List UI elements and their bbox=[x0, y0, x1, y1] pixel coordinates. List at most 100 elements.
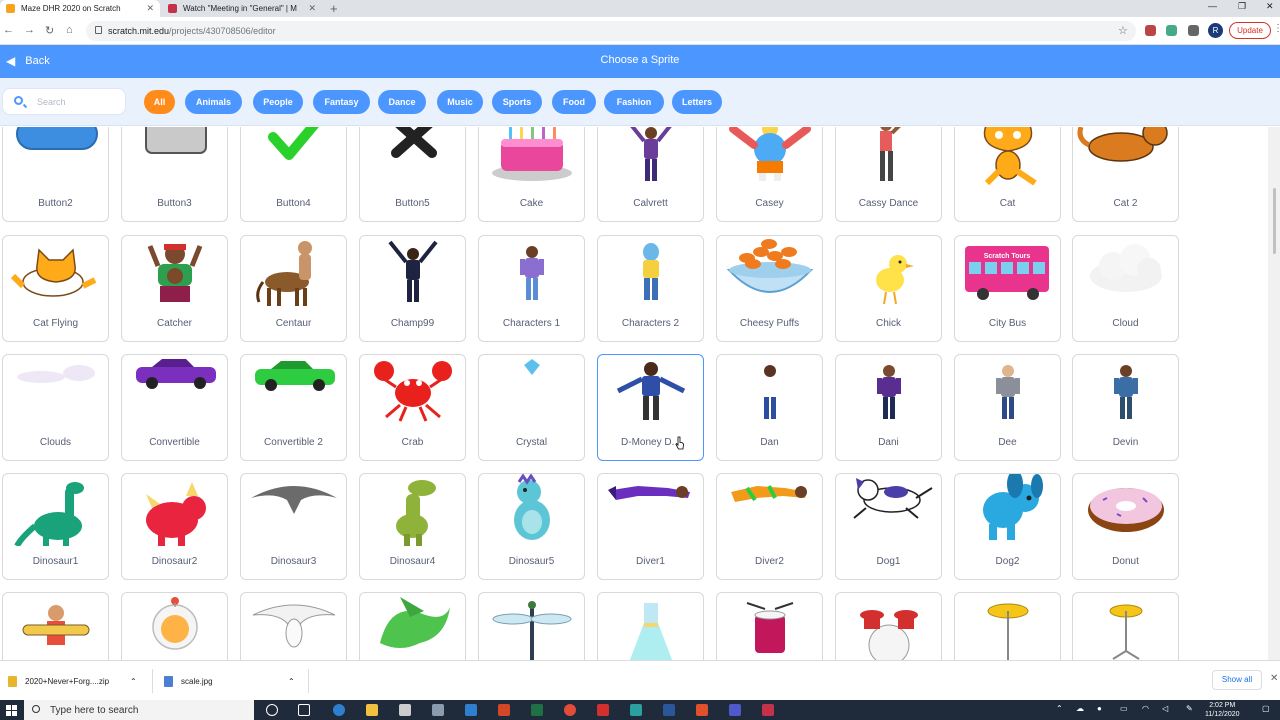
store-icon[interactable] bbox=[399, 704, 411, 716]
window-close-icon[interactable]: ✕ bbox=[1266, 1, 1274, 12]
sprite-card-characters-2[interactable]: Characters 2 bbox=[597, 235, 704, 342]
powerpoint-icon[interactable] bbox=[498, 704, 510, 716]
sprite-card-crystal[interactable]: Crystal bbox=[478, 354, 585, 461]
sprite-card-cat[interactable]: Cat bbox=[954, 127, 1061, 222]
close-tab-icon[interactable]: ✕ bbox=[146, 3, 154, 14]
sprite-card-champ99[interactable]: Champ99 bbox=[359, 235, 466, 342]
volume-icon[interactable]: ◁ bbox=[1162, 704, 1168, 713]
category-tab-music[interactable]: Music bbox=[437, 90, 483, 114]
sprite-card-diver1[interactable]: Diver1 bbox=[597, 473, 704, 580]
sprite-card-characters-1[interactable]: Characters 1 bbox=[478, 235, 585, 342]
microphone-icon[interactable]: ● bbox=[1097, 704, 1102, 713]
word-icon[interactable] bbox=[663, 704, 675, 716]
sprite-card-centaur[interactable]: Centaur bbox=[240, 235, 347, 342]
notifications-icon[interactable]: ▢ bbox=[1262, 704, 1270, 713]
close-downloads-icon[interactable]: ✕ bbox=[1270, 673, 1278, 684]
battery-icon[interactable]: ▭ bbox=[1120, 704, 1128, 713]
browser-tab-teams[interactable]: Watch "Meeting in "General" | M ✕ bbox=[162, 0, 322, 17]
wifi-icon[interactable]: ◠ bbox=[1142, 704, 1149, 713]
sprite-card-dinosaur4[interactable]: Dinosaur4 bbox=[359, 473, 466, 580]
sprite-card-dinosaur1[interactable]: Dinosaur1 bbox=[2, 473, 109, 580]
back-arrow-icon[interactable]: ← bbox=[3, 24, 14, 36]
scrollbar-thumb[interactable] bbox=[1273, 188, 1276, 254]
sprite-card-partial-8[interactable] bbox=[954, 592, 1061, 660]
sprite-card-dog1[interactable]: Dog1 bbox=[835, 473, 942, 580]
app-icon[interactable] bbox=[432, 704, 444, 716]
category-tab-fashion[interactable]: Fashion bbox=[604, 90, 664, 114]
sprite-card-catcher[interactable]: Catcher bbox=[121, 235, 228, 342]
onedrive-icon[interactable]: ☁ bbox=[1076, 704, 1084, 713]
sprite-card-casey[interactable]: Casey bbox=[716, 127, 823, 222]
address-bar[interactable]: scratch.mit.edu/projects/430708506/edito… bbox=[86, 21, 1136, 41]
office-icon[interactable] bbox=[696, 704, 708, 716]
taskbar-search[interactable]: Type here to search bbox=[24, 700, 254, 720]
category-tab-people[interactable]: People bbox=[253, 90, 303, 114]
category-tab-letters[interactable]: Letters bbox=[672, 90, 722, 114]
show-all-button[interactable]: Show all bbox=[1212, 670, 1262, 690]
app-icon[interactable] bbox=[762, 704, 774, 716]
close-tab-icon[interactable]: ✕ bbox=[308, 3, 316, 14]
new-tab-icon[interactable]: + bbox=[330, 1, 338, 16]
restore-icon[interactable]: ❐ bbox=[1238, 1, 1246, 12]
browser-tab-scratch[interactable]: Maze DHR 2020 on Scratch ✕ bbox=[0, 0, 160, 17]
chevron-up-icon[interactable]: ⌃ bbox=[130, 673, 137, 689]
windows-start-icon[interactable] bbox=[6, 705, 17, 716]
sprite-card-calvrett[interactable]: Calvrett bbox=[597, 127, 704, 222]
tray-chevron-icon[interactable]: ⌃ bbox=[1056, 704, 1063, 713]
sprite-card-cat-2[interactable]: Cat 2 bbox=[1072, 127, 1179, 222]
chevron-up-icon[interactable]: ⌃ bbox=[288, 673, 295, 689]
sprite-card-partial-0[interactable] bbox=[2, 592, 109, 660]
excel-icon[interactable] bbox=[531, 704, 543, 716]
sprite-card-cloud[interactable]: Cloud bbox=[1072, 235, 1179, 342]
sprite-card-cat-flying[interactable]: Cat Flying bbox=[2, 235, 109, 342]
chrome-icon[interactable] bbox=[564, 704, 576, 716]
task-view-icon[interactable] bbox=[298, 704, 310, 716]
sprite-card-partial-2[interactable] bbox=[240, 592, 347, 660]
teams-icon[interactable] bbox=[729, 704, 741, 716]
more-menu-icon[interactable]: ⋮ bbox=[1273, 23, 1280, 34]
sprite-card-button3[interactable]: Button3 bbox=[121, 127, 228, 222]
sprite-card-d-money-d[interactable]: D-Money D... bbox=[597, 354, 704, 461]
sprite-card-button5[interactable]: Button5 bbox=[359, 127, 466, 222]
sprite-card-dinosaur5[interactable]: Dinosaur5 bbox=[478, 473, 585, 580]
sprite-card-diver2[interactable]: Diver2 bbox=[716, 473, 823, 580]
cortana-icon[interactable] bbox=[266, 704, 278, 716]
sprite-card-clouds[interactable]: Clouds bbox=[2, 354, 109, 461]
extension-icon[interactable] bbox=[1145, 25, 1156, 36]
sprite-card-partial-9[interactable] bbox=[1072, 592, 1179, 660]
sprite-card-cassy-dance[interactable]: Cassy Dance bbox=[835, 127, 942, 222]
reload-icon[interactable]: ↻ bbox=[45, 24, 54, 37]
sprite-card-cheesy-puffs[interactable]: Cheesy Puffs bbox=[716, 235, 823, 342]
app-icon[interactable] bbox=[630, 704, 642, 716]
sprite-card-partial-7[interactable] bbox=[835, 592, 942, 660]
download-item[interactable]: 2020+Never+Forg....zip bbox=[8, 673, 109, 689]
category-tab-sports[interactable]: Sports bbox=[492, 90, 542, 114]
sprite-card-partial-4[interactable] bbox=[478, 592, 585, 660]
update-button[interactable]: Update bbox=[1229, 22, 1271, 39]
sprite-card-crab[interactable]: Crab bbox=[359, 354, 466, 461]
category-tab-fantasy[interactable]: Fantasy bbox=[313, 90, 370, 114]
sprite-card-dee[interactable]: Dee bbox=[954, 354, 1061, 461]
sprite-card-dan[interactable]: Dan bbox=[716, 354, 823, 461]
sprite-card-devin[interactable]: Devin bbox=[1072, 354, 1179, 461]
file-explorer-icon[interactable] bbox=[366, 704, 378, 716]
sprite-card-convertible-2[interactable]: Convertible 2 bbox=[240, 354, 347, 461]
profile-avatar[interactable]: R bbox=[1208, 23, 1223, 38]
extension-icon[interactable] bbox=[1166, 25, 1177, 36]
sprite-card-dani[interactable]: Dani bbox=[835, 354, 942, 461]
download-item[interactable]: scale.jpg bbox=[164, 673, 213, 689]
category-tab-animals[interactable]: Animals bbox=[185, 90, 242, 114]
mail-icon[interactable] bbox=[465, 704, 477, 716]
sprite-card-chick[interactable]: Chick bbox=[835, 235, 942, 342]
sprite-card-cake[interactable]: Cake bbox=[478, 127, 585, 222]
puzzle-icon[interactable] bbox=[1188, 25, 1199, 36]
minimize-icon[interactable]: — bbox=[1208, 1, 1217, 11]
taskbar-clock[interactable]: 2:02 PM 11/12/2020 bbox=[1205, 701, 1240, 719]
sprite-card-dinosaur2[interactable]: Dinosaur2 bbox=[121, 473, 228, 580]
bookmark-star-icon[interactable]: ☆ bbox=[1118, 24, 1128, 37]
sprite-card-partial-5[interactable] bbox=[597, 592, 704, 660]
sprite-card-convertible[interactable]: Convertible bbox=[121, 354, 228, 461]
pdf-reader-icon[interactable] bbox=[597, 704, 609, 716]
search-input[interactable] bbox=[37, 94, 123, 110]
category-tab-food[interactable]: Food bbox=[552, 90, 596, 114]
